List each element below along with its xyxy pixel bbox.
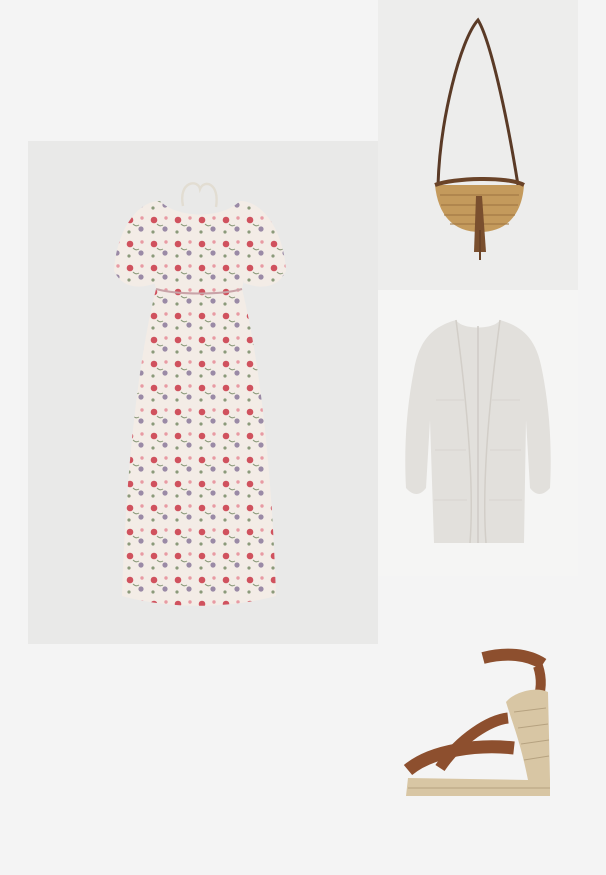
cardigan-image bbox=[405, 319, 551, 544]
wedge-sandal-image bbox=[403, 648, 550, 796]
bag-image bbox=[434, 17, 525, 260]
dress-product-image[interactable] bbox=[28, 141, 378, 644]
sandal-product-image[interactable] bbox=[378, 630, 578, 830]
moodboard-canvas: { "board": { "items": [ { "name": "flora… bbox=[0, 0, 606, 875]
bag-product-image[interactable] bbox=[378, 0, 578, 290]
cardigan-product-image[interactable] bbox=[378, 290, 578, 576]
dress-image bbox=[114, 182, 286, 606]
